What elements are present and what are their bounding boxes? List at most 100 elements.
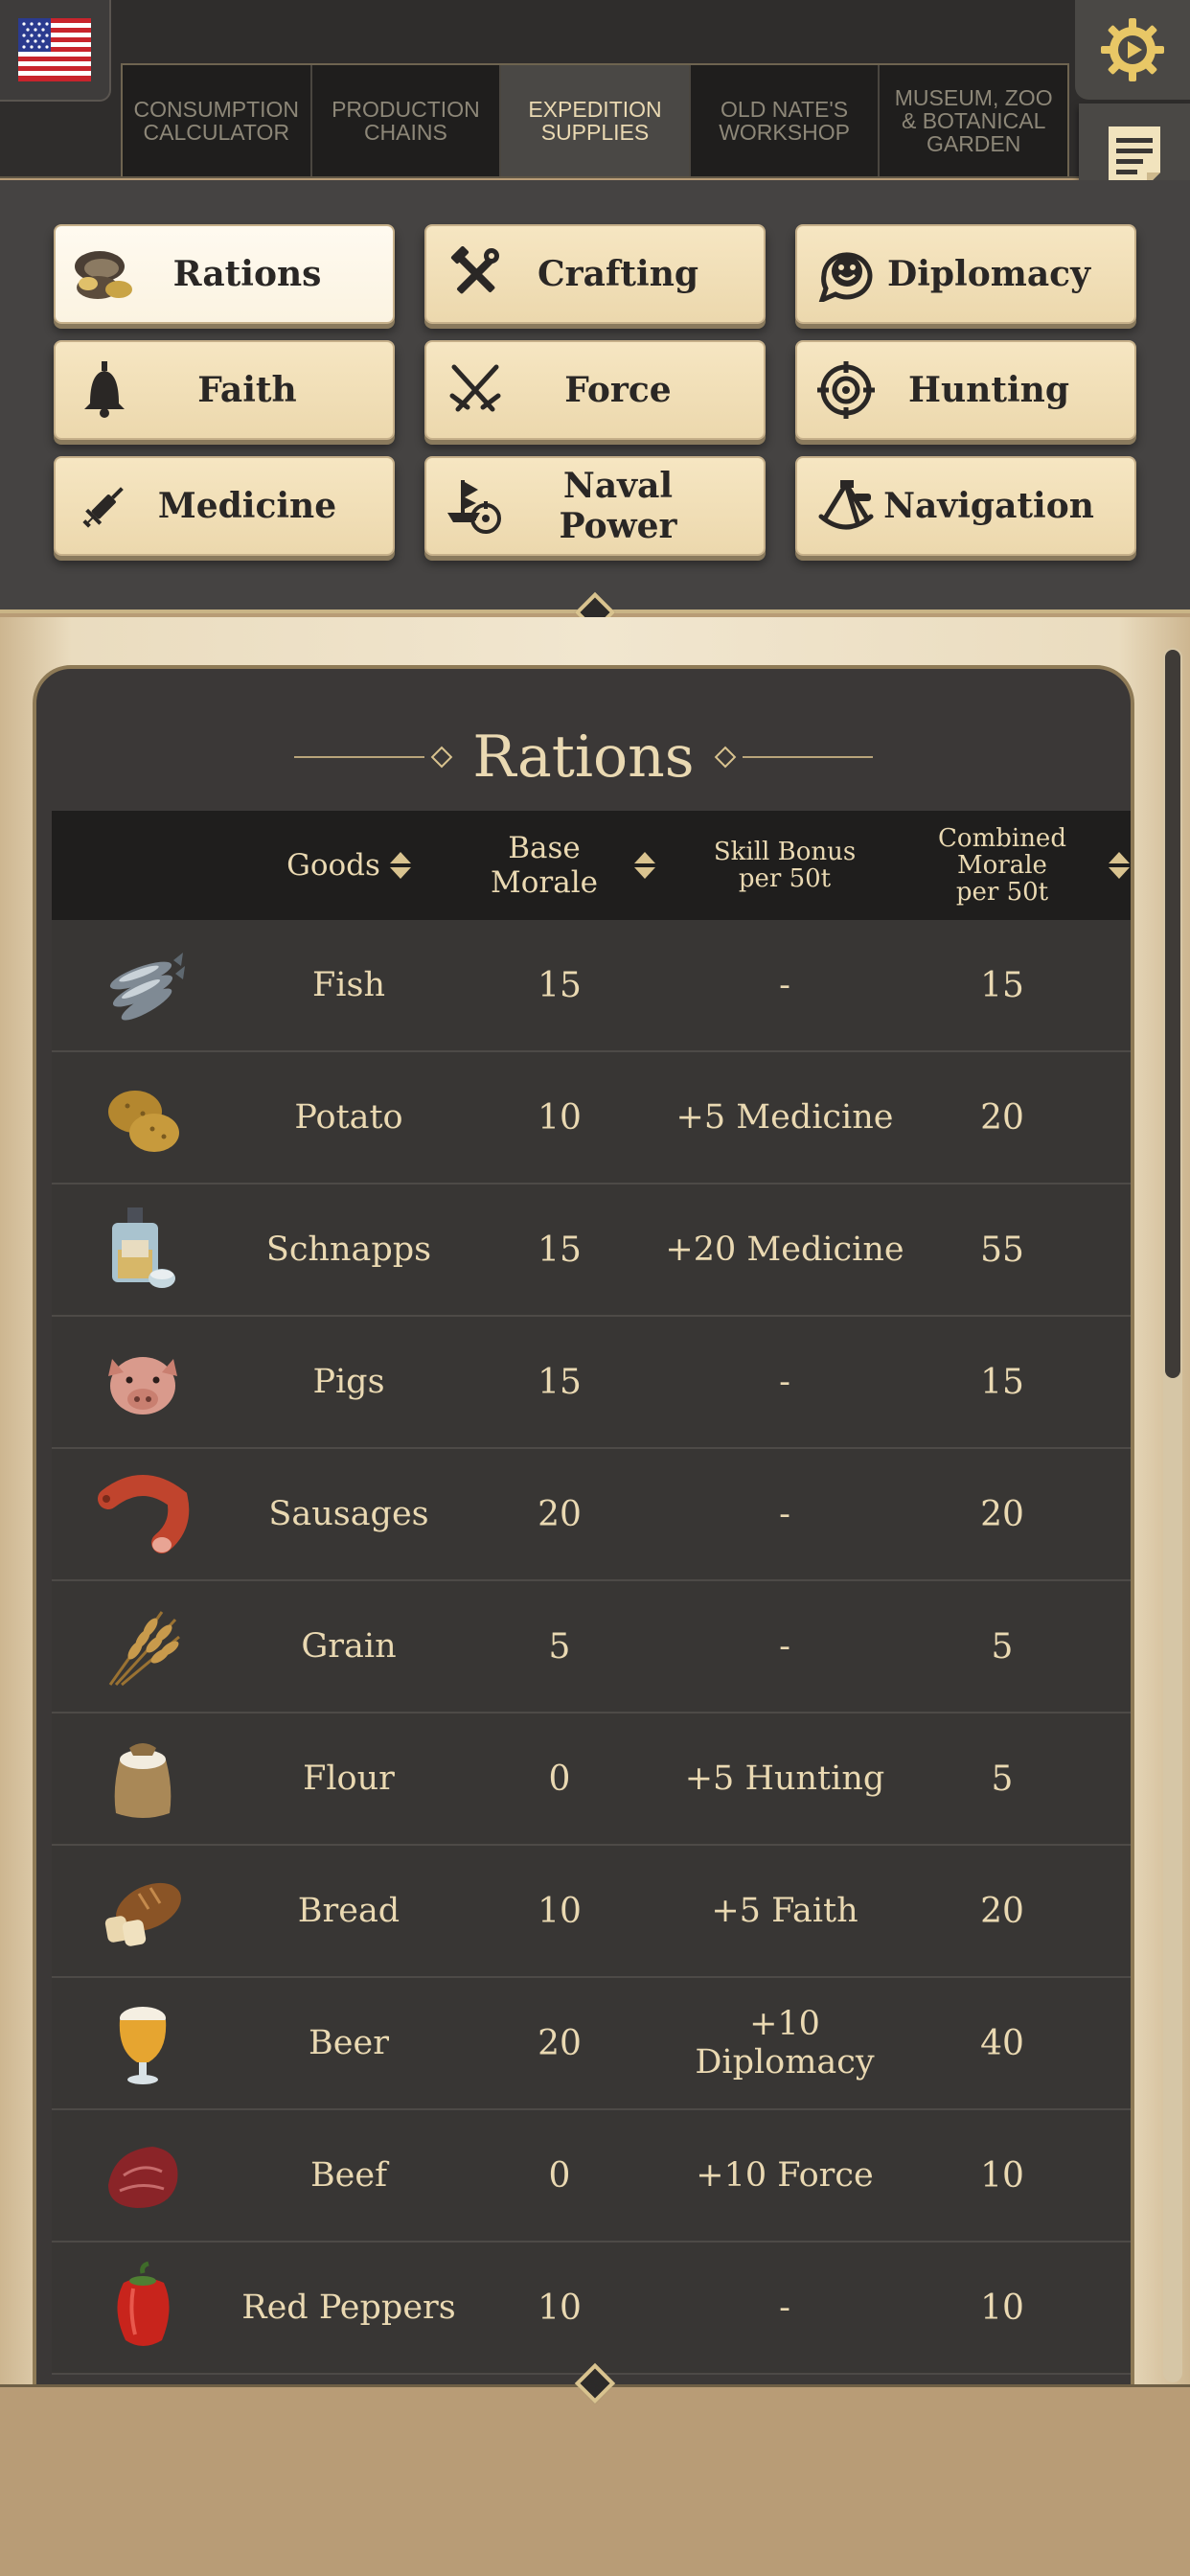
skill-bonus-value: - <box>779 1363 790 1401</box>
table-row: Fish 15 - 15 <box>52 920 1131 1052</box>
table-row: Pigs 15 - 15 <box>52 1317 1131 1449</box>
category-force-button[interactable]: Force <box>424 340 766 440</box>
oyster-icon <box>71 241 138 308</box>
beer-glass-icon <box>119 2007 167 2084</box>
bottom-strip <box>0 2384 1190 2576</box>
goods-name: Flour <box>303 1760 395 1798</box>
combined-morale-value: 5 <box>991 1626 1014 1667</box>
header-combined-sort[interactable] <box>1090 852 1131 879</box>
tab-old-nates-workshop[interactable]: Old Nate's Workshop <box>691 65 881 176</box>
header-combined-morale[interactable]: Combined Morale per 50t <box>914 825 1090 906</box>
category-rations-button[interactable]: Rations <box>54 224 395 324</box>
red-pepper-icon <box>117 2261 170 2346</box>
category-crafting-button[interactable]: Crafting <box>424 224 766 324</box>
crosshair-icon <box>812 356 880 424</box>
skill-bonus-value: +10 Force <box>696 2156 874 2195</box>
syringe-icon <box>71 472 138 540</box>
combined-morale-value: 5 <box>991 1759 1014 1799</box>
document-icon <box>1109 126 1160 186</box>
table-row: Potato 10 +5 Medicine 20 <box>52 1052 1131 1184</box>
bell-icon <box>71 356 138 424</box>
potato-icon <box>108 1091 179 1152</box>
sort-icon <box>1109 852 1130 879</box>
grain-icon <box>108 1611 180 1687</box>
title-ornament-line <box>742 756 873 758</box>
base-morale-value: 15 <box>538 965 582 1005</box>
header-base-morale[interactable]: Base Morale <box>464 831 655 900</box>
base-morale-value: 15 <box>538 1230 582 1270</box>
table-row: Bread 10 +5 Faith 20 <box>52 1846 1131 1978</box>
header-combined-morale-label: Combined Morale per 50t <box>938 824 1066 907</box>
combined-morale-value: 10 <box>980 2288 1024 2328</box>
combined-morale-value: 15 <box>980 965 1024 1005</box>
category-faith-button[interactable]: Faith <box>54 340 395 440</box>
speech-face-icon <box>812 241 880 308</box>
title-ornament-line <box>294 756 425 758</box>
goods-name: Potato <box>294 1098 403 1137</box>
title-ornament-diamond <box>714 746 736 769</box>
skill-bonus-value: +5 Hunting <box>684 1760 885 1798</box>
us-flag-icon <box>18 18 91 81</box>
tab-expedition-supplies[interactable]: Expedition Supplies <box>501 65 691 176</box>
combined-morale-value: 20 <box>980 1494 1024 1534</box>
sort-icon <box>389 852 411 879</box>
panel-title-row: Rations <box>36 719 1131 795</box>
base-morale-value: 10 <box>538 1891 582 1931</box>
scrollbar[interactable] <box>1163 648 1182 2382</box>
base-morale-value: 15 <box>538 1362 582 1402</box>
header-goods[interactable]: Goods <box>234 848 464 883</box>
language-button[interactable] <box>0 0 111 102</box>
category-hunting-button[interactable]: Hunting <box>795 340 1136 440</box>
category-medicine-button[interactable]: Medicine <box>54 456 395 556</box>
category-label: Hunting <box>907 370 1069 410</box>
header-skill-bonus-label: Skill Bonus per 50t <box>713 838 857 893</box>
category-label: Force <box>564 370 672 410</box>
goods-name: Schnapps <box>265 1230 432 1269</box>
gear-play-icon <box>1101 18 1164 81</box>
settings-button[interactable] <box>1075 0 1190 100</box>
crossed-swords-icon <box>442 356 509 424</box>
goods-name: Red Peppers <box>241 2288 456 2327</box>
skill-bonus-value: +10 Diplomacy <box>695 2005 875 2082</box>
category-label: Navigation <box>883 486 1094 526</box>
goods-name: Pigs <box>312 1363 385 1401</box>
flour-sack-icon <box>114 1743 172 1818</box>
rations-table: Goods Base Morale Skill Bonus per 50t Co… <box>52 811 1131 2375</box>
category-naval-power-button[interactable]: Naval Power <box>424 456 766 556</box>
tab-consumption-calculator[interactable]: Consumption Calculator <box>123 65 312 176</box>
fish-icon <box>109 953 185 1021</box>
category-label: Crafting <box>537 254 699 294</box>
tab-museum-zoo-garden[interactable]: Museum, Zoo & Botanical Garden <box>880 65 1067 176</box>
goods-name: Beer <box>309 2024 389 2062</box>
base-morale-value: 0 <box>548 1759 571 1799</box>
scrollbar-thumb[interactable] <box>1165 650 1180 1378</box>
base-morale-value: 10 <box>538 2288 582 2328</box>
top-bar: Consumption Calculator Production Chains… <box>0 0 1190 209</box>
category-label: Faith <box>197 370 297 410</box>
category-navigation-button[interactable]: Navigation <box>795 456 1136 556</box>
rations-panel: Rations Goods Base Morale Skill Bonus pe… <box>33 665 1134 2390</box>
combined-morale-value: 20 <box>980 1891 1024 1931</box>
panel-title: Rations <box>472 724 695 791</box>
header-base-morale-label: Base Morale <box>491 831 598 900</box>
base-morale-value: 10 <box>538 1097 582 1138</box>
skill-bonus-value: +5 Medicine <box>675 1098 894 1137</box>
combined-morale-value: 40 <box>980 2023 1024 2063</box>
skill-bonus-value: - <box>779 1495 790 1533</box>
goods-name: Fish <box>312 966 385 1004</box>
table-row: Schnapps 15 +20 Medicine 55 <box>52 1184 1131 1317</box>
category-label: Diplomacy <box>886 254 1090 294</box>
sort-icon <box>634 852 655 879</box>
header-goods-label: Goods <box>286 848 380 883</box>
combined-morale-value: 20 <box>980 1097 1024 1138</box>
table-row: Beef 0 +10 Force 10 <box>52 2110 1131 2242</box>
skill-bonus-value: - <box>779 966 790 1004</box>
category-label: Rations <box>172 254 322 294</box>
category-diplomacy-button[interactable]: Diplomacy <box>795 224 1136 324</box>
table-row: Grain 5 - 5 <box>52 1581 1131 1714</box>
category-label: Medicine <box>157 486 337 526</box>
combined-morale-value: 55 <box>980 1230 1024 1270</box>
tab-production-chains[interactable]: Production Chains <box>312 65 502 176</box>
table-header: Goods Base Morale Skill Bonus per 50t Co… <box>52 811 1131 920</box>
header-skill-bonus: Skill Bonus per 50t <box>655 839 914 892</box>
